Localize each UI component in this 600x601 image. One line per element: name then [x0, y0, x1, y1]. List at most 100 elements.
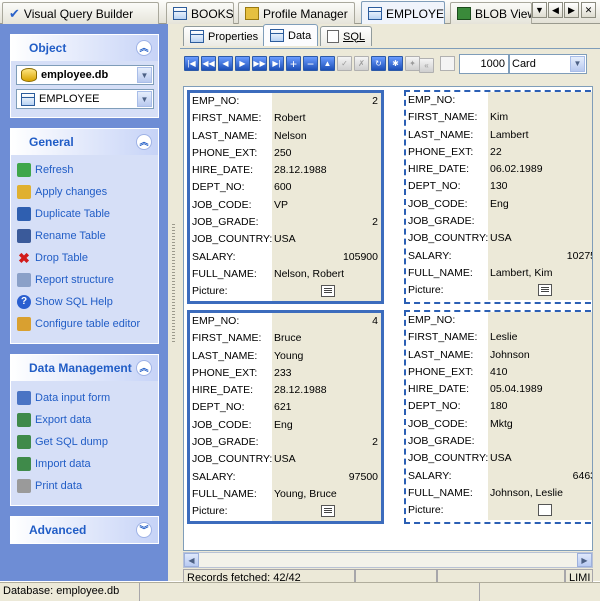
field-value[interactable]: 6463: [488, 467, 592, 485]
field-value[interactable]: 22: [488, 143, 592, 162]
field-value[interactable]: 2: [272, 93, 381, 111]
picture-blob-icon[interactable]: [537, 504, 552, 517]
drop-table-link[interactable]: ✖ Drop Table: [11, 247, 158, 269]
field-value[interactable]: Eng: [272, 416, 381, 435]
card-field-row[interactable]: JOB_CODE: VP: [190, 196, 381, 215]
field-value[interactable]: Johnson, Leslie: [488, 484, 592, 503]
card-field-row[interactable]: JOB_CODE: Eng: [190, 416, 381, 435]
card-field-row[interactable]: SALARY:6463: [406, 467, 592, 485]
card-field-row[interactable]: SALARY:10275: [406, 247, 592, 265]
chevron-down-icon[interactable]: ▼: [137, 67, 152, 83]
field-value[interactable]: 621: [272, 399, 381, 417]
delete-record-button[interactable]: −: [303, 56, 318, 71]
object-group-header[interactable]: Object ︽: [11, 35, 158, 61]
field-value[interactable]: [488, 92, 592, 110]
field-value[interactable]: Lambert, Kim: [488, 264, 592, 283]
next-record-button[interactable]: ▶: [235, 56, 250, 71]
card-field-row[interactable]: FIRST_NAME: Leslie: [406, 329, 592, 347]
field-value[interactable]: USA: [272, 451, 381, 469]
field-value[interactable]: 28.12.1988: [272, 162, 381, 180]
card-field-row[interactable]: JOB_COUNTRY: USA: [406, 230, 592, 248]
field-value[interactable]: 233: [272, 364, 381, 383]
card-field-row[interactable]: DEPT_NO: 180: [406, 398, 592, 416]
field-value[interactable]: 05.04.1989: [488, 381, 592, 399]
field-value[interactable]: 410: [488, 363, 592, 382]
report-structure-link[interactable]: Report structure: [11, 269, 158, 291]
field-value[interactable]: Robert: [272, 110, 381, 128]
card-field-row[interactable]: JOB_GRADE:: [406, 433, 592, 451]
card-field-row[interactable]: Picture:: [190, 283, 381, 301]
card-field-row[interactable]: HIRE_DATE: 28.12.1988: [190, 162, 381, 180]
card-field-row[interactable]: EMP_NO: 4: [190, 313, 381, 331]
field-value[interactable]: 10275: [488, 247, 592, 265]
field-value[interactable]: Kim: [488, 109, 592, 127]
import-data-link[interactable]: Import data: [11, 453, 158, 475]
horizontal-scrollbar[interactable]: ◀ ▶: [183, 552, 593, 568]
field-value[interactable]: USA: [488, 450, 592, 468]
data-management-group-header[interactable]: Data Management ︽: [11, 355, 158, 381]
employee-card[interactable]: EMP_NO: 4 FIRST_NAME: Bruce LAST_NAME: Young P…: [187, 310, 384, 524]
field-value[interactable]: [488, 433, 592, 451]
card-field-row[interactable]: PHONE_EXT: 250: [190, 144, 381, 163]
prior-page-button[interactable]: ◀◀: [201, 56, 216, 71]
field-value[interactable]: USA: [488, 230, 592, 248]
picture-blob-icon[interactable]: [320, 285, 335, 298]
chevron-down-icon[interactable]: ▼: [570, 56, 585, 72]
tab-scroll-left-button[interactable]: ◀: [548, 2, 563, 18]
insert-record-button[interactable]: +: [286, 56, 301, 71]
employee-card[interactable]: EMP_NO: FIRST_NAME: Kim LAST_NAME: Lambert PH…: [404, 90, 592, 304]
collapse-icon[interactable]: ︽: [136, 360, 152, 376]
field-value[interactable]: Bruce: [272, 330, 381, 348]
card-field-row[interactable]: LAST_NAME: Lambert: [406, 126, 592, 144]
field-value[interactable]: 28.12.1988: [272, 382, 381, 400]
card-field-row[interactable]: PHONE_EXT: 410: [406, 363, 592, 382]
tab-books[interactable]: BOOKS: [166, 2, 234, 24]
card-field-row[interactable]: HIRE_DATE: 05.04.1989: [406, 381, 592, 399]
configure-table-editor-link[interactable]: Configure table editor: [11, 313, 158, 335]
card-field-row[interactable]: JOB_GRADE:: [406, 213, 592, 231]
card-field-row[interactable]: FIRST_NAME: Kim: [406, 109, 592, 127]
field-value[interactable]: USA: [272, 231, 381, 249]
close-tab-button[interactable]: ✕: [581, 2, 596, 18]
card-field-row[interactable]: Picture:: [406, 502, 592, 520]
card-field-row[interactable]: LAST_NAME: Young: [190, 347, 381, 365]
card-field-row[interactable]: FULL_NAME: Young, Bruce: [190, 485, 381, 504]
tab-properties[interactable]: Properties: [183, 26, 266, 46]
tab-list-dropdown-button[interactable]: ▼: [532, 2, 547, 18]
employee-card[interactable]: EMP_NO: FIRST_NAME: Leslie LAST_NAME: Johnso…: [404, 310, 592, 524]
card-field-row[interactable]: EMP_NO: 2: [190, 93, 381, 111]
view-mode-select[interactable]: Card ▼: [509, 54, 587, 74]
field-value[interactable]: Nelson: [272, 127, 381, 145]
card-field-row[interactable]: LAST_NAME: Nelson: [190, 127, 381, 145]
expand-icon[interactable]: ︾: [136, 522, 152, 538]
card-field-row[interactable]: DEPT_NO: 621: [190, 399, 381, 417]
scroll-left-button[interactable]: ◀: [184, 553, 199, 567]
field-value[interactable]: Johnson: [488, 346, 592, 364]
card-field-row[interactable]: FULL_NAME: Nelson, Robert: [190, 265, 381, 284]
tab-data[interactable]: Data: [263, 24, 319, 46]
field-value[interactable]: [488, 213, 592, 231]
card-field-row[interactable]: FULL_NAME: Lambert, Kim: [406, 264, 592, 283]
duplicate-table-link[interactable]: Duplicate Table: [11, 203, 158, 225]
general-group-header[interactable]: General ︽: [11, 129, 158, 155]
card-field-row[interactable]: Picture:: [406, 282, 592, 300]
field-value[interactable]: Nelson, Robert: [272, 265, 381, 284]
card-field-row[interactable]: JOB_COUNTRY: USA: [190, 231, 381, 249]
card-field-row[interactable]: JOB_COUNTRY: USA: [406, 450, 592, 468]
field-value[interactable]: [488, 502, 592, 520]
rename-table-link[interactable]: Rename Table: [11, 225, 158, 247]
field-value[interactable]: 2: [272, 214, 381, 232]
collapse-icon[interactable]: ︽: [136, 134, 152, 150]
next-page-button[interactable]: ▶▶: [252, 56, 267, 71]
card-field-row[interactable]: DEPT_NO: 130: [406, 178, 592, 196]
fetch-prev-button[interactable]: [440, 56, 455, 71]
tab-sql[interactable]: SQL: [320, 26, 373, 46]
database-select[interactable]: employee.db ▼: [16, 65, 154, 85]
collapse-icon[interactable]: ︽: [136, 40, 152, 56]
card-field-row[interactable]: FIRST_NAME: Robert: [190, 110, 381, 128]
edit-record-button[interactable]: ▲: [320, 56, 335, 71]
field-value[interactable]: [488, 282, 592, 300]
last-record-button[interactable]: ▶|: [269, 56, 284, 71]
field-value[interactable]: Leslie: [488, 329, 592, 347]
card-field-row[interactable]: PHONE_EXT: 22: [406, 143, 592, 162]
